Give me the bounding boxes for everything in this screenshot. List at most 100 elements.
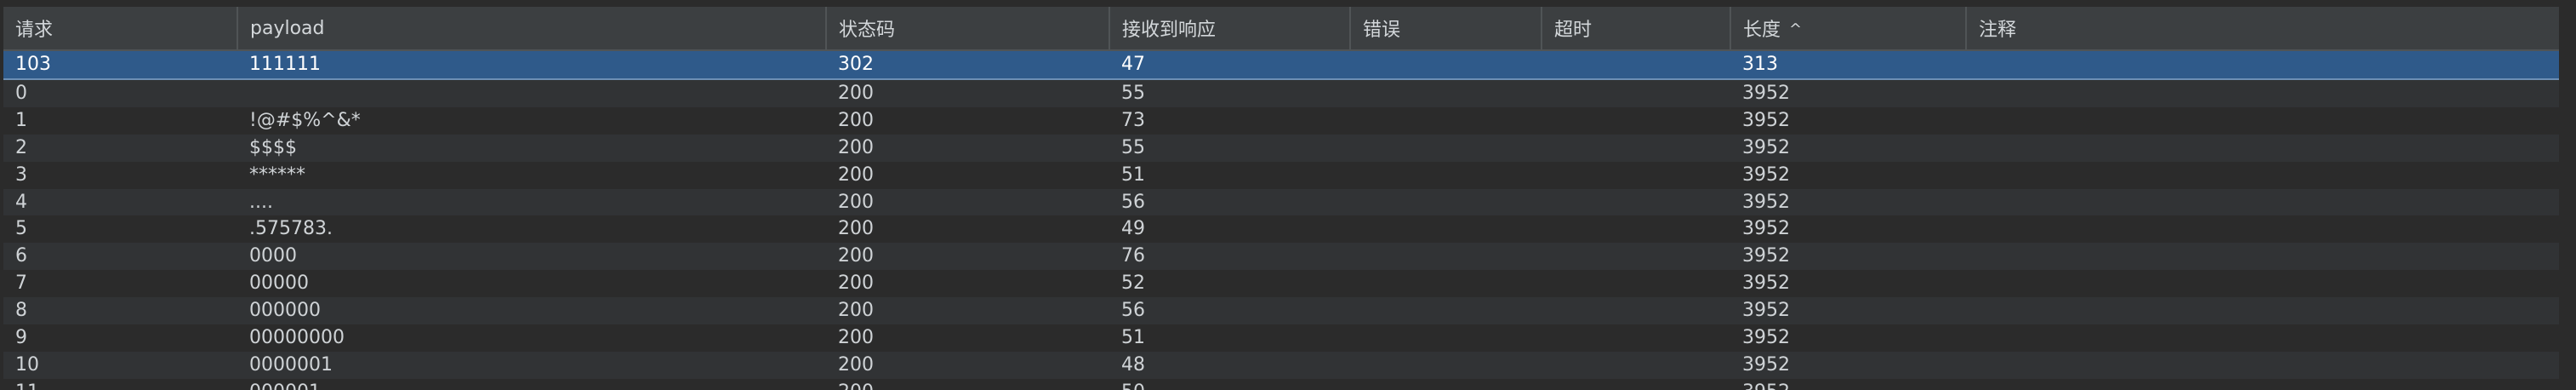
table-row[interactable]: 2 $$$$ 200 55 3952 [3,134,2559,162]
comment-cell [1966,106,2559,135]
timeout-cell [1542,297,1730,325]
comment-cell [1966,297,2559,325]
table-body: 103 111111 302 47 313 0 200 55 3952 1 !@#$%^&* 200 7… [3,49,2559,390]
column-header-error[interactable]: 错误 [1350,7,1542,51]
request-id-cell: 10 [3,351,237,379]
sort-ascending-icon: ^ [1789,20,1803,38]
table-row[interactable]: 3 ****** 200 51 3952 [3,161,2559,189]
length-cell: 3952 [1730,215,1966,244]
length-cell: 3952 [1730,243,1966,271]
response-time-cell: 47 [1109,49,1350,80]
response-time-cell: 76 [1109,243,1350,271]
status-code-cell: 200 [826,297,1109,325]
payload-cell: 0000 [237,243,826,271]
timeout-cell [1542,49,1730,80]
request-id-cell: 7 [3,270,237,298]
status-code-cell: 200 [826,78,1109,107]
length-cell: 3952 [1730,324,1966,352]
column-header-comment[interactable]: 注释 [1966,7,2559,51]
error-cell [1350,106,1542,135]
request-id-cell: 5 [3,215,237,244]
table-row[interactable]: 0 200 55 3952 [3,78,2559,107]
table-row[interactable]: 7 00000 200 52 3952 [3,270,2559,298]
timeout-cell [1542,324,1730,352]
request-id-cell: 3 [3,161,237,189]
column-header-length[interactable]: 长度 ^ [1730,7,1967,51]
request-id-cell: 2 [3,134,237,162]
response-time-cell: 73 [1109,106,1350,135]
timeout-cell [1542,215,1730,244]
timeout-cell [1542,378,1730,390]
comment-cell [1966,188,2559,216]
comment-cell [1966,351,2559,379]
response-time-cell: 55 [1109,78,1350,107]
column-header-request[interactable]: 请求 [3,7,238,51]
error-cell [1350,49,1542,80]
timeout-cell [1542,134,1730,162]
status-code-cell: 200 [826,134,1109,162]
table-row[interactable]: 4.... 200 56 3952 [3,188,2559,216]
response-time-cell: 50 [1109,378,1350,390]
status-code-cell: 200 [826,243,1109,271]
comment-cell [1966,270,2559,298]
error-cell [1350,324,1542,352]
length-cell: 3952 [1730,270,1966,298]
length-cell: 3952 [1730,106,1966,135]
request-id-cell: 6 [3,243,237,271]
column-header-payload[interactable]: payload [237,7,827,51]
table-row[interactable]: 8 000000 200 56 3952 [3,297,2559,325]
payload-cell [237,78,826,107]
attack-results-table: 请求 payload 状态码 接收到响应 错误 超时 长度 ^ 注释 103 111… [3,7,2559,390]
status-code-cell: 200 [826,270,1109,298]
length-cell: 3952 [1730,134,1966,162]
error-cell [1350,215,1542,244]
table-row[interactable]: 1 !@#$%^&* 200 73 3952 [3,106,2559,135]
table-row[interactable]: 1100000120050 3952 [3,378,2559,390]
length-cell: 3952 [1730,378,1966,390]
vertical-scrollbar[interactable] [2559,7,2576,390]
column-header-length-label: 长度 [1743,20,1781,41]
error-cell [1350,378,1542,390]
payload-cell: $$$$ [237,134,826,162]
status-code-cell: 200 [826,324,1109,352]
comment-cell [1966,134,2559,162]
column-header-status[interactable]: 状态码 [826,7,1110,51]
error-cell [1350,134,1542,162]
payload-cell: 111111 [237,49,826,80]
status-code-cell: 200 [826,351,1109,379]
table-row[interactable]: 5.575783. 200 49 3952 [3,215,2559,244]
error-cell [1350,243,1542,271]
length-cell: 3952 [1730,297,1966,325]
response-time-cell: 55 [1109,134,1350,162]
request-id-cell: 11 [3,378,237,390]
payload-cell: 000000 [237,297,826,325]
comment-cell [1966,378,2559,390]
request-id-cell: 0 [3,78,237,107]
table-row[interactable]: 10 0000001 200 48 3952 [3,351,2559,379]
length-cell: 3952 [1730,188,1966,216]
error-cell [1350,78,1542,107]
error-cell [1350,161,1542,189]
table-row[interactable]: 103 111111 302 47 313 [3,49,2559,80]
timeout-cell [1542,78,1730,107]
request-id-cell: 8 [3,297,237,325]
payload-cell: 0000001 [237,351,826,379]
status-code-cell: 200 [826,161,1109,189]
table-row[interactable]: 6 0000 200 76 3952 [3,243,2559,271]
response-time-cell: 49 [1109,215,1350,244]
request-id-cell: 9 [3,324,237,352]
table-row[interactable]: 9 00000000 200 51 3952 [3,324,2559,352]
payload-cell: 00000 [237,270,826,298]
comment-cell [1966,49,2559,80]
column-header-response[interactable]: 接收到响应 [1109,7,1351,51]
response-time-cell: 56 [1109,188,1350,216]
status-code-cell: 200 [826,106,1109,135]
payload-cell: .... [237,188,826,216]
response-time-cell: 51 [1109,161,1350,189]
request-id-cell: 103 [3,49,237,80]
column-header-timeout[interactable]: 超时 [1542,7,1731,51]
comment-cell [1966,215,2559,244]
timeout-cell [1542,106,1730,135]
request-id-cell: 4 [3,188,237,216]
status-code-cell: 302 [826,49,1109,80]
